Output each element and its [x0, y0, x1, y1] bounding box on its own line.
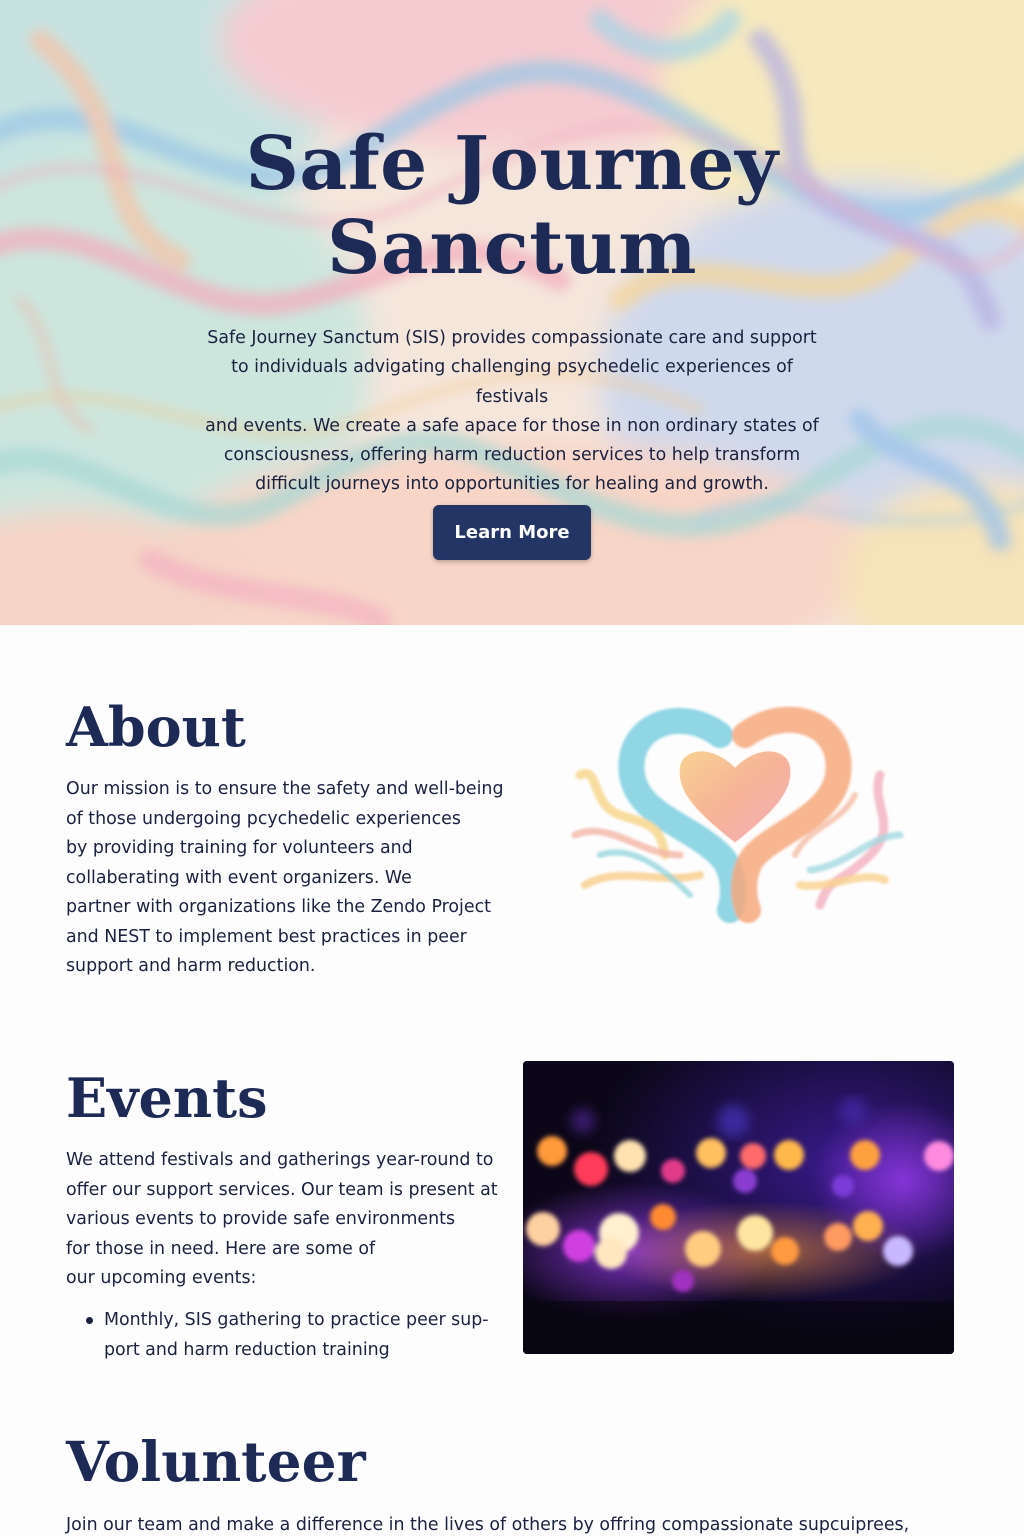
about-text: Our mission is to ensure the safety and … [66, 775, 504, 982]
event-item-line: port and harm reduction training [104, 1340, 390, 1360]
hero-description-line: to individuals advigating challenging ps… [231, 357, 793, 407]
events-text-line: for those in need. Here are some of [66, 1238, 376, 1259]
hero-description-line: Safe Journey Sanctum (SIS) provides comp… [207, 328, 817, 348]
about-text-line: of those undergoing pcychedelic experien… [66, 808, 461, 829]
heart-swirl-illustration [571, 706, 904, 923]
site-title: Safe Journey Sanctum [0, 122, 1024, 290]
events-text-line: offer our support services. Our team is … [66, 1179, 498, 1200]
hero-description-line: difficult journeys into opportunities fo… [255, 474, 769, 495]
about-text-line: collaberating with event organizers. We [66, 867, 412, 888]
about-text-line: by providing training for volunteers and [66, 838, 413, 858]
events-text-line: We attend festivals and gatherings year-… [66, 1150, 494, 1170]
about-text-line: Our mission is to ensure the safety and … [66, 779, 504, 799]
events-text-line: our upcoming events: [66, 1268, 257, 1288]
about-text-line: partner with organizations like the Zend… [66, 897, 491, 917]
volunteer-text: Join our team and make a difference in t… [66, 1515, 910, 1535]
bokeh-lights-photo [523, 1061, 954, 1354]
about-heading: About [66, 695, 246, 759]
upcoming-events-list: Monthly, SIS gathering to practice peer … [84, 1305, 489, 1365]
events-heading: Events [66, 1066, 268, 1130]
event-item-line: Monthly, SIS gathering to practice peer … [104, 1310, 489, 1330]
hero-section: Safe Journey Sanctum Safe Journey Sanctu… [0, 0, 1024, 625]
learn-more-button[interactable]: Learn More [433, 505, 591, 560]
about-text-line: support and harm reduction. [66, 956, 316, 976]
events-text: We attend festivals and gatherings year-… [66, 1146, 498, 1294]
hero-description-line: and events. We create a safe apace for t… [205, 415, 819, 436]
site-title-line-2: Sanctum [326, 205, 698, 291]
events-text-line: various events to provide safe environme… [66, 1209, 456, 1229]
site-title-line-1: Safe Journey [245, 121, 779, 207]
about-text-line: and NEST to implement best practices in … [66, 926, 467, 947]
volunteer-heading: Volunteer [66, 1429, 366, 1494]
list-item: Monthly, SIS gathering to practice peer … [84, 1305, 489, 1365]
hero-description-line: consciousness, offering harm reduction s… [223, 445, 801, 466]
hero-description: Safe Journey Sanctum (SIS) provides comp… [197, 324, 827, 500]
